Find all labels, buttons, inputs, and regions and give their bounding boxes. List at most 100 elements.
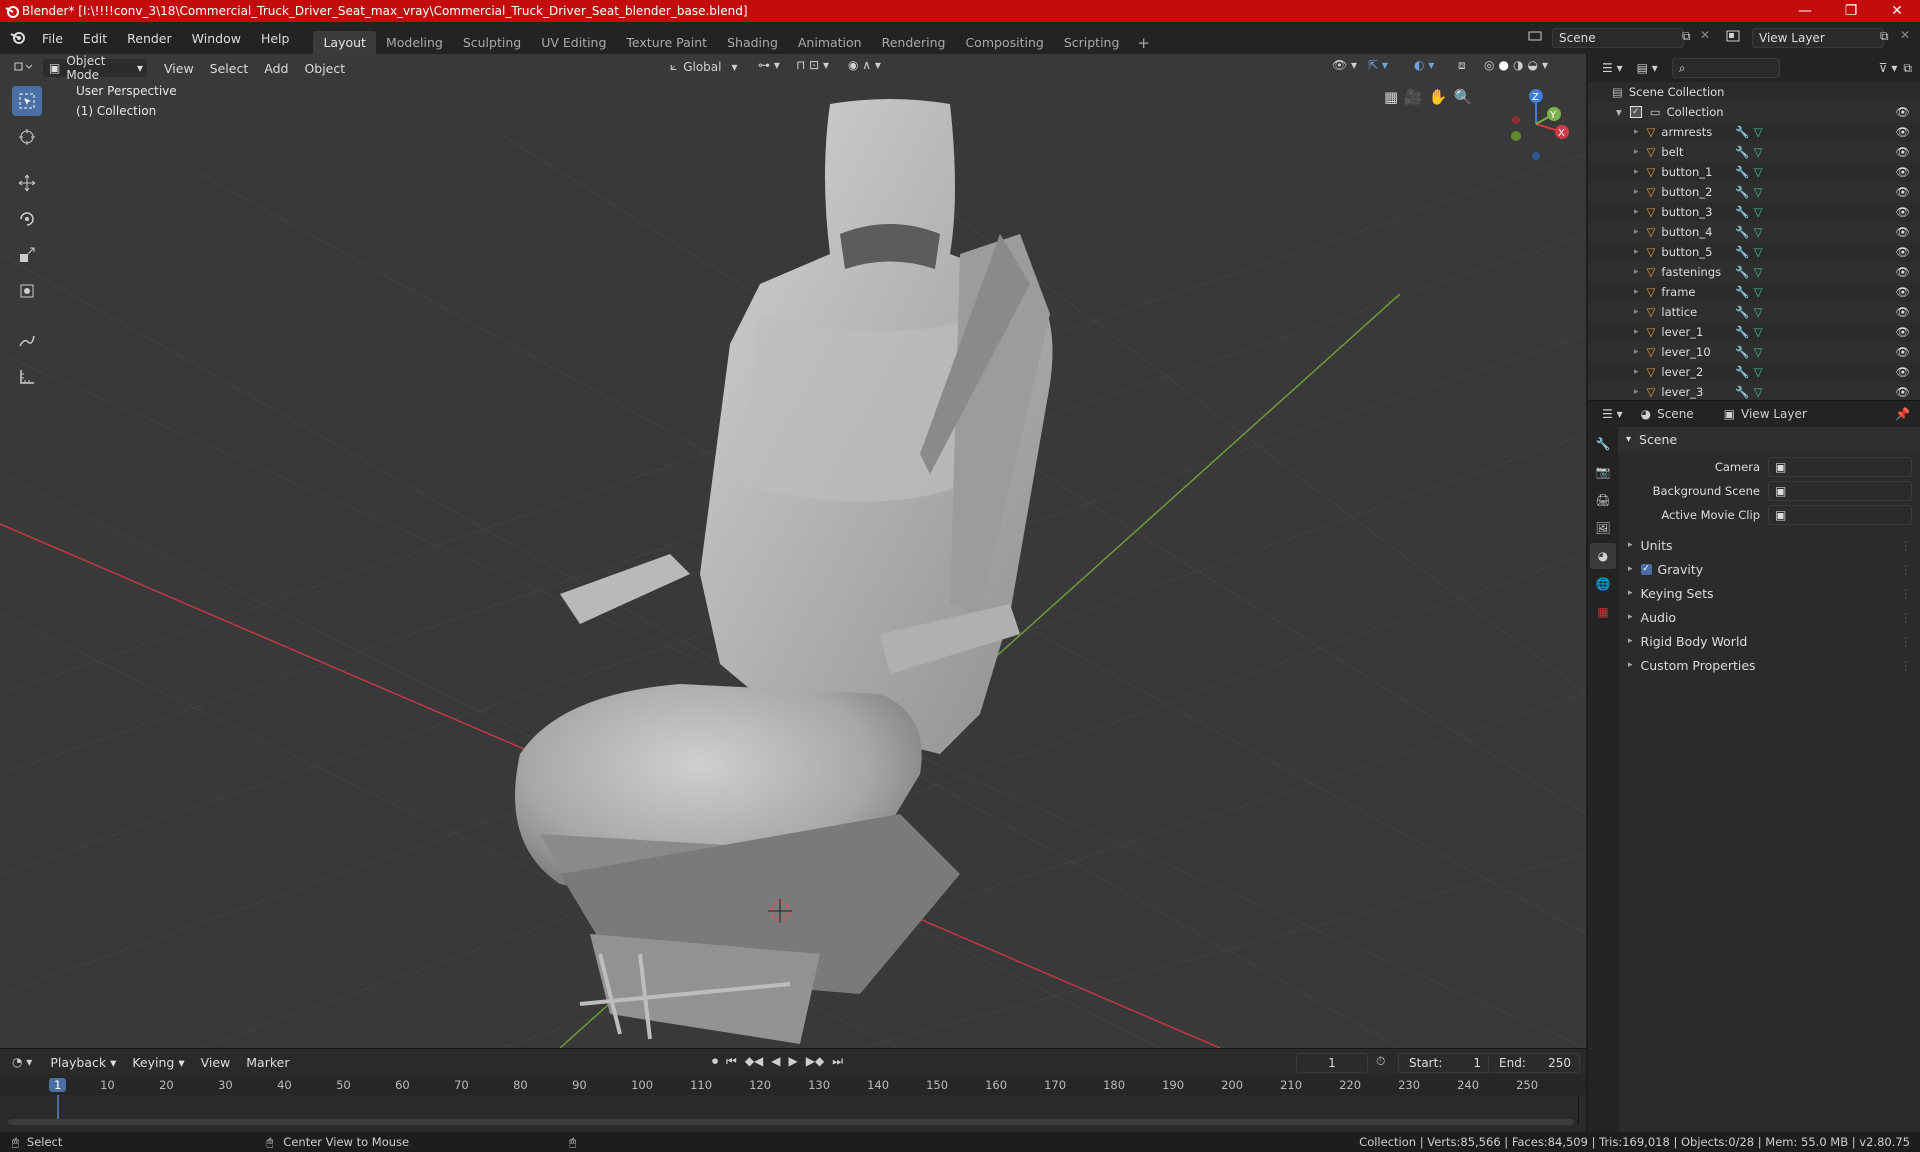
outliner-object-row[interactable]: ▸ ▽ button_5 🔧 ▽ 👁: [1588, 242, 1920, 262]
mesh-data-icon[interactable]: ▽: [1754, 325, 1763, 339]
frame-ruler[interactable]: 1 10 20 30 40 50 60 70 80 90 100 110 120 130 140 150 160…: [0, 1075, 1586, 1125]
modifier-wrench-icon[interactable]: 🔧: [1735, 305, 1749, 319]
outliner-object-row[interactable]: ▸ ▽ button_1 🔧 ▽ 👁: [1588, 162, 1920, 182]
object-mode-dropdown[interactable]: ▣ Object Mode ▾: [42, 54, 148, 82]
view-layer-field[interactable]: View Layer: [1752, 28, 1884, 48]
visibility-eye-icon[interactable]: 👁: [1895, 385, 1910, 399]
outliner-scene-collection[interactable]: ▤ Scene Collection: [1588, 82, 1920, 102]
delete-scene-icon[interactable]: ✕: [1700, 28, 1710, 42]
modifier-wrench-icon[interactable]: 🔧: [1735, 205, 1749, 219]
section-header[interactable]: ▸ Units ⋮: [1618, 533, 1920, 557]
transform-tool-icon[interactable]: [12, 276, 42, 306]
expand-arrow-icon[interactable]: ▸: [1634, 187, 1639, 197]
blender-menu-icon[interactable]: [10, 29, 26, 48]
snap-icon[interactable]: ⊓ ⊡ ▾: [796, 58, 829, 72]
visibility-eye-icon[interactable]: 👁: [1895, 225, 1910, 239]
breadcrumb-view-layer[interactable]: View Layer: [1741, 407, 1807, 421]
timeline-menu-marker[interactable]: Marker: [238, 1052, 297, 1073]
modifier-wrench-icon[interactable]: 🔧: [1735, 385, 1749, 399]
visibility-eye-icon[interactable]: 👁: [1895, 205, 1910, 219]
tab-rendering[interactable]: Rendering: [872, 31, 956, 54]
mesh-data-icon[interactable]: ▽: [1754, 385, 1763, 399]
jump-end-icon[interactable]: ⏭: [832, 1054, 843, 1069]
modifier-wrench-icon[interactable]: 🔧: [1735, 345, 1749, 359]
gizmo-toggle-icon[interactable]: ⇱ ▾: [1368, 58, 1388, 72]
timeline-editor-type-icon[interactable]: ◔ ▾: [12, 1055, 32, 1069]
texture-properties-icon[interactable]: ▦: [1590, 599, 1616, 625]
field-value-input[interactable]: ▣: [1768, 481, 1912, 501]
expand-arrow-icon[interactable]: ▸: [1634, 147, 1639, 157]
modifier-wrench-icon[interactable]: 🔧: [1735, 325, 1749, 339]
outliner-object-row[interactable]: ▸ ▽ button_2 🔧 ▽ 👁: [1588, 182, 1920, 202]
modifier-wrench-icon[interactable]: 🔧: [1735, 225, 1749, 239]
axis-gizmo[interactable]: Z X Y: [1500, 84, 1574, 164]
tab-animation[interactable]: Animation: [788, 31, 872, 54]
viewport-menu-add[interactable]: Add: [256, 58, 296, 79]
mesh-data-icon[interactable]: ▽: [1754, 345, 1763, 359]
expand-arrow-icon[interactable]: ▸: [1634, 307, 1639, 317]
start-frame-field[interactable]: Start: 1: [1398, 1053, 1490, 1073]
tab-scripting[interactable]: Scripting: [1054, 31, 1130, 54]
mesh-data-icon[interactable]: ▽: [1754, 225, 1763, 239]
render-properties-icon[interactable]: 📷: [1590, 459, 1616, 485]
tab-compositing[interactable]: Compositing: [955, 31, 1053, 54]
outliner-collection[interactable]: ▾ ✓ ▭ Collection 👁: [1588, 102, 1920, 122]
tab-sculpting[interactable]: Sculpting: [453, 31, 531, 54]
visibility-eye-icon[interactable]: 👁: [1895, 345, 1910, 359]
expand-arrow-icon[interactable]: ▸: [1634, 367, 1639, 377]
rotate-tool-icon[interactable]: [12, 204, 42, 234]
solid-shading-icon[interactable]: ●: [1498, 58, 1508, 72]
section-header[interactable]: ▸ Keying Sets ⋮: [1618, 581, 1920, 605]
drag-handle-icon[interactable]: ⋮: [1900, 562, 1913, 577]
outliner-object-row[interactable]: ▸ ▽ lever_2 🔧 ▽ 👁: [1588, 362, 1920, 382]
mesh-data-icon[interactable]: ▽: [1754, 305, 1763, 319]
section-header[interactable]: ▸ Audio ⋮: [1618, 605, 1920, 629]
modifier-wrench-icon[interactable]: 🔧: [1735, 285, 1749, 299]
scene-selector-icon[interactable]: [1528, 29, 1542, 46]
modifier-wrench-icon[interactable]: 🔧: [1735, 185, 1749, 199]
visibility-eye-icon[interactable]: 👁: [1895, 325, 1910, 339]
mesh-data-icon[interactable]: ▽: [1754, 285, 1763, 299]
scene-panel-header[interactable]: ▾ Scene: [1618, 427, 1920, 451]
tool-properties-icon[interactable]: 🔧: [1590, 431, 1616, 457]
menu-file[interactable]: File: [32, 31, 73, 46]
visibility-eye-icon[interactable]: 👁: [1895, 305, 1910, 319]
expand-arrow-icon[interactable]: ▸: [1634, 167, 1639, 177]
prev-keyframe-icon[interactable]: ◆◀: [745, 1054, 763, 1069]
drag-handle-icon[interactable]: ⋮: [1900, 658, 1913, 673]
editor-type-icon[interactable]: [12, 60, 33, 77]
proportional-edit-icon[interactable]: ◉ ∧ ▾: [848, 58, 881, 72]
outliner-object-row[interactable]: ▸ ▽ button_4 🔧 ▽ 👁: [1588, 222, 1920, 242]
select-box-tool-icon[interactable]: [12, 86, 42, 116]
end-frame-field[interactable]: End: 250: [1488, 1053, 1580, 1073]
world-properties-icon[interactable]: 🌐: [1590, 571, 1616, 597]
tab-shading[interactable]: Shading: [717, 31, 788, 54]
record-icon[interactable]: ⏺: [712, 1054, 718, 1069]
expand-arrow-icon[interactable]: ▾: [1616, 105, 1622, 119]
xray-toggle-icon[interactable]: ⧈: [1458, 58, 1466, 73]
pivot-point-icon[interactable]: ⊶ ▾: [758, 58, 780, 72]
play-reverse-icon[interactable]: ◀: [771, 1054, 780, 1069]
expand-arrow-icon[interactable]: ▸: [1634, 327, 1639, 337]
modifier-wrench-icon[interactable]: 🔧: [1735, 145, 1749, 159]
visibility-eye-icon[interactable]: 👁: [1895, 145, 1910, 159]
close-icon[interactable]: ✕: [1874, 0, 1920, 22]
timeline-scrollbar[interactable]: [8, 1119, 1574, 1125]
jump-start-icon[interactable]: ⏮: [726, 1054, 737, 1069]
mesh-data-icon[interactable]: ▽: [1754, 125, 1763, 139]
mesh-data-icon[interactable]: ▽: [1754, 205, 1763, 219]
pin-icon[interactable]: 📌: [1895, 407, 1910, 421]
timeline-menu-keying[interactable]: Keying ▾: [124, 1052, 192, 1073]
mesh-data-icon[interactable]: ▽: [1754, 145, 1763, 159]
tab-uv-editing[interactable]: UV Editing: [531, 31, 616, 54]
chevron-down-icon[interactable]: ▾: [1542, 58, 1548, 72]
zoom-view-icon[interactable]: 🔍: [1454, 88, 1473, 106]
visibility-eye-icon[interactable]: 👁: [1895, 105, 1910, 119]
outliner-object-row[interactable]: ▸ ▽ frame 🔧 ▽ 👁: [1588, 282, 1920, 302]
display-mode-icon[interactable]: ▤ ▾: [1637, 61, 1658, 75]
outliner-object-row[interactable]: ▸ ▽ armrests 🔧 ▽ 👁: [1588, 122, 1920, 142]
timeline-menu-playback[interactable]: Playback ▾: [42, 1052, 124, 1073]
expand-arrow-icon[interactable]: ▸: [1634, 227, 1639, 237]
material-shading-icon[interactable]: ◑: [1513, 58, 1523, 72]
tab-texture-paint[interactable]: Texture Paint: [616, 31, 717, 54]
